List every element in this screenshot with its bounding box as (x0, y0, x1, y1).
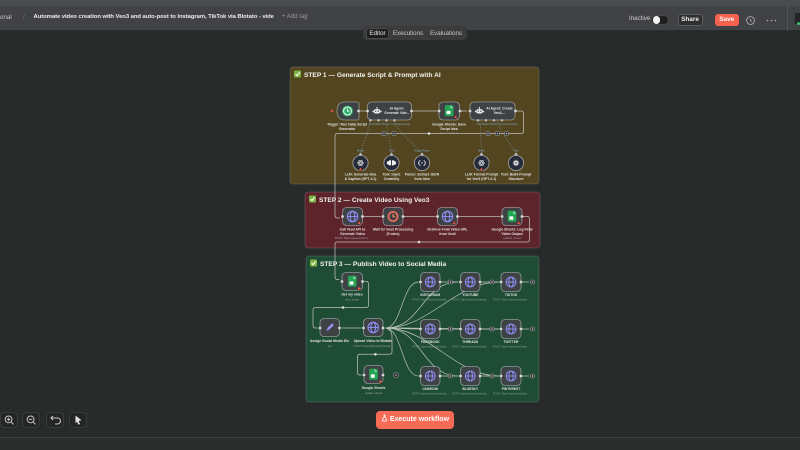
svg-text:THREADS: THREADS (462, 340, 479, 344)
svg-text:TWITTER: TWITTER (504, 340, 519, 344)
svg-text:Structure: Structure (508, 177, 523, 181)
svg-text:& Caption (GPT-4.1): & Caption (GPT-4.1) (345, 177, 377, 181)
svg-text:Get my video: Get my video (341, 293, 362, 297)
svg-text:Script Idea: Script Idea (440, 127, 457, 131)
svg-text:YOUTUBE: YOUTUBE (462, 293, 479, 297)
svg-text:append: sheet: append: sheet (440, 131, 459, 135)
svg-text:LINKEDIN: LINKEDIN (422, 387, 438, 391)
svg-text:POST: https://backend.blotat..: POST: https://backend.blotat... (493, 298, 530, 302)
svg-text:Tool: Tool (514, 149, 519, 153)
svg-text:POST: https://backend.blotat..: POST: https://backend.blotat... (353, 344, 392, 348)
svg-text:STEP 3 — Publish Video to Soci: STEP 3 — Publish Video to Social Media (320, 261, 446, 268)
svg-text:Chat Model* Memory Tool Out: Chat Model* Memory Tool Output Parser (477, 123, 519, 126)
svg-text:Generate Vide...: Generate Vide... (384, 111, 410, 115)
svg-text:STEP 1 — Generate Script & Pro: STEP 1 — Generate Script & Prompt with A… (304, 72, 441, 79)
svg-text:PINTEREST: PINTEREST (502, 387, 521, 391)
svg-text:Veo3-...: Veo3-... (494, 111, 506, 115)
svg-text:Generator: Generator (339, 127, 356, 131)
svg-text:update: sheet: update: sheet (365, 391, 383, 395)
svg-text:POST: https://backend.blotat..: POST: https://backend.blotat... (412, 345, 449, 349)
svg-text:POST: https://backend.blotat..: POST: https://backend.blotat... (452, 298, 489, 302)
svg-text:update: sheet: update: sheet (503, 236, 521, 240)
svg-text:STEP 2 — Create Video Using Ve: STEP 2 — Create Video Using Veo3 (319, 197, 430, 204)
svg-text:Creativity: Creativity (384, 177, 400, 181)
svg-text:POST: https://backend.blotat..: POST: https://backend.blotat... (412, 298, 449, 302)
svg-text:TIKTOK: TIKTOK (505, 293, 518, 297)
svg-text:Model: Model (478, 149, 485, 153)
svg-text:for Veo3 (GPT-4.1): for Veo3 (GPT-4.1) (467, 177, 496, 181)
svg-text:POST: https://backend.blotat..: POST: https://backend.blotat... (452, 345, 489, 349)
svg-text:POST: https://backend.blotat..: POST: https://backend.blotat... (493, 392, 530, 396)
svg-text:Output Parser: Output Parser (414, 149, 430, 153)
svg-text:POST: https://backend.blotat..: POST: https://backend.blotat... (412, 392, 449, 396)
svg-text:POST: https://backend.blotat..: POST: https://backend.blotat... (493, 345, 530, 349)
svg-text:POST: https://backend.blotat..: POST: https://backend.blotat... (452, 392, 489, 396)
svg-text:set: set (328, 344, 332, 348)
svg-text:Tool: Tool (389, 149, 394, 153)
svg-text:Chat Model* Memory Tool Out: Chat Model* Memory Tool Output Parser (369, 123, 411, 126)
svg-text:next: sheet: next: sheet (345, 297, 359, 301)
svg-text:BLUESKY: BLUESKY (462, 387, 479, 391)
svg-text:AI Agent:: AI Agent: (390, 107, 405, 111)
svg-text:AI Agent: Create: AI Agent: Create (486, 107, 513, 111)
svg-text:Upload Video to Blotato: Upload Video to Blotato (354, 339, 392, 343)
svg-text:(5 mins): (5 mins) (387, 232, 400, 236)
svg-text:Assign Social Media IDs: Assign Social Media IDs (310, 339, 349, 343)
svg-text:INSTAGRAM: INSTAGRAM (420, 293, 440, 297)
svg-text:Google Sheets: Google Sheets (362, 386, 386, 390)
svg-text:POST: https://queue.fal.ru...: POST: https://queue.fal.ru... (335, 236, 371, 240)
svg-text:from Veo3: from Veo3 (439, 232, 456, 236)
svg-text:from Idea: from Idea (414, 177, 429, 181)
svg-text:FACEBOOK: FACEBOOK (421, 340, 440, 344)
svg-text:Model: Model (357, 149, 364, 153)
